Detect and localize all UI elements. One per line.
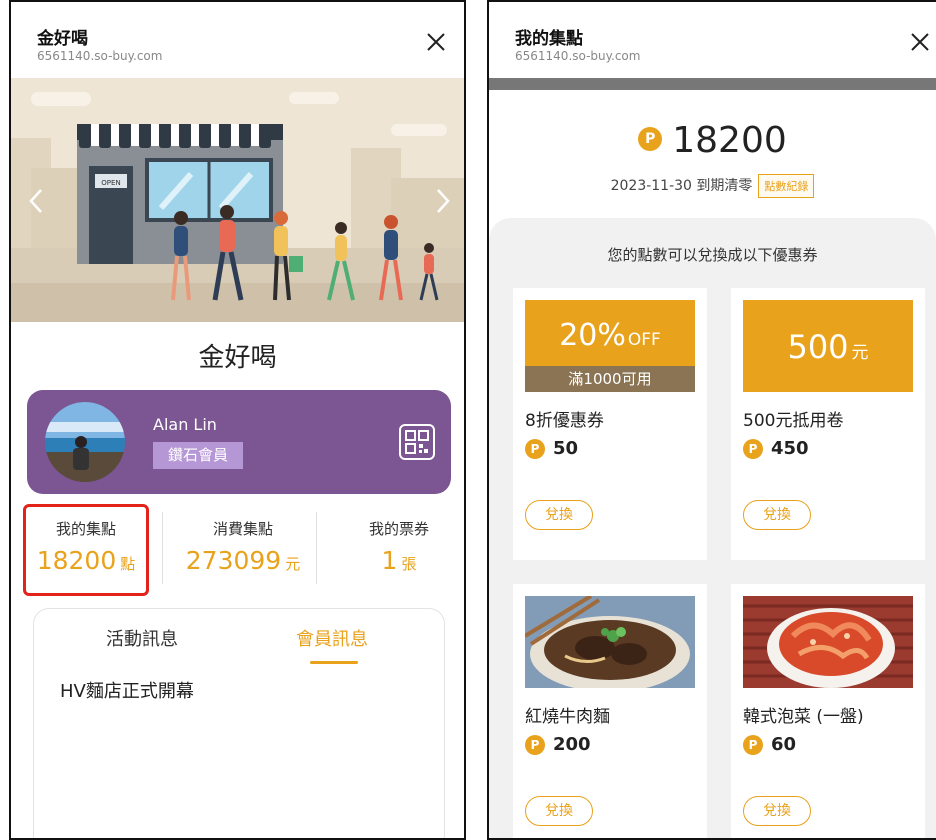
- point-coin-icon: P: [525, 735, 545, 755]
- coupon-discount-panel: 20% OFF 滿1000可用: [525, 300, 695, 392]
- coupon-cost-value: 60: [771, 734, 797, 755]
- discount-suffix: OFF: [627, 330, 661, 350]
- member-level-badge: 鑽石會員: [153, 442, 243, 469]
- loading-bar: [489, 78, 936, 90]
- close-icon[interactable]: [908, 30, 932, 54]
- stat-unit: 元: [285, 555, 301, 573]
- discount-label: 20% OFF: [525, 318, 695, 353]
- stat-value: 273099 元: [169, 546, 317, 575]
- points-balance: P 18200: [489, 120, 936, 161]
- redeem-button[interactable]: 兌換: [743, 796, 811, 826]
- coupon-title: 8折優惠券: [525, 411, 604, 431]
- active-tab-indicator: [310, 661, 358, 664]
- coupon-cost: P 200: [525, 734, 591, 755]
- expire-row: 2023-11-30 到期清零 點數紀錄: [489, 174, 936, 198]
- member-card: Alan Lin 鑽石會員: [27, 390, 451, 494]
- beef-noodle-image: [525, 596, 695, 688]
- coupon-cost-value: 200: [553, 734, 591, 755]
- discount-condition: 滿1000可用: [525, 366, 695, 392]
- news-panel: 活動訊息 會員訊息 HV麵店正式開幕: [33, 608, 445, 838]
- tab-activity-news[interactable]: 活動訊息: [106, 625, 178, 651]
- expire-text: 2023-11-30 到期清零: [610, 178, 753, 194]
- coupon-card[interactable]: 20% OFF 滿1000可用 8折優惠券 P 50 兌換: [513, 288, 707, 560]
- cash-label: 500 元: [743, 328, 913, 366]
- news-item[interactable]: HV麵店正式開幕: [60, 677, 194, 703]
- carousel-next-icon[interactable]: [430, 186, 454, 216]
- point-coin-icon: P: [638, 127, 663, 151]
- points-value: 18200: [672, 120, 787, 161]
- my-points-screen: 我的集點 6561140.so-buy.com P 18200 2023-11-3…: [487, 0, 936, 840]
- coupon-cost-value: 50: [553, 438, 579, 459]
- stat-spending-points[interactable]: 消費集點 273099 元: [169, 506, 317, 594]
- browser-header: 我的集點 6561140.so-buy.com: [489, 2, 936, 79]
- header-url: 6561140.so-buy.com: [37, 49, 163, 63]
- header-url: 6561140.so-buy.com: [515, 49, 641, 63]
- coupon-title: 韓式泡菜 (一盤): [743, 707, 864, 727]
- stat-number: 1: [381, 546, 398, 575]
- coupon-card[interactable]: 紅燒牛肉麵 P 200 兌換: [513, 584, 707, 838]
- header-title: 金好喝: [37, 29, 88, 49]
- carousel-prev-icon[interactable]: [25, 186, 49, 216]
- divider: [316, 512, 317, 584]
- stat-label: 我的票券: [368, 520, 429, 538]
- coupon-card[interactable]: 500 元 500元抵用卷 P 450 兌換: [731, 288, 925, 560]
- coupon-cost: P 450: [743, 438, 809, 459]
- store-name: 金好喝: [198, 343, 277, 373]
- coupon-title: 500元抵用卷: [743, 411, 844, 431]
- coupon-cost-value: 450: [771, 438, 809, 459]
- stat-my-tickets[interactable]: 我的票券 1張: [331, 506, 464, 594]
- avatar: [45, 402, 125, 482]
- discount-value: 20%: [559, 318, 626, 353]
- close-icon[interactable]: [424, 30, 448, 54]
- coupon-list: 您的點數可以兌換成以下優惠券 20% OFF 滿1000可用 8折優惠券 P 50 …: [489, 218, 936, 838]
- redeem-button[interactable]: 兌換: [525, 796, 593, 826]
- point-coin-icon: P: [743, 439, 763, 459]
- header-title: 我的集點: [515, 29, 583, 49]
- points-record-button[interactable]: 點數紀錄: [758, 174, 815, 198]
- coupon-cost: P 60: [743, 734, 796, 755]
- coupon-cost: P 50: [525, 438, 578, 459]
- redeem-caption: 您的點數可以兌換成以下優惠券: [607, 246, 818, 264]
- tab-member-news[interactable]: 會員訊息: [296, 625, 368, 651]
- qr-code-icon[interactable]: [399, 424, 435, 460]
- coupon-cash-panel: 500 元: [743, 300, 913, 392]
- door-sign-text: OPEN: [101, 179, 120, 187]
- point-coin-icon: P: [743, 735, 763, 755]
- cash-unit: 元: [851, 343, 869, 363]
- divider: [162, 512, 163, 584]
- coupon-card[interactable]: 韓式泡菜 (一盤) P 60 兌換: [731, 584, 925, 838]
- redeem-button[interactable]: 兌換: [525, 500, 593, 530]
- member-name: Alan Lin: [153, 415, 217, 434]
- redeem-button[interactable]: 兌換: [743, 500, 811, 530]
- stat-value: 1張: [331, 546, 464, 575]
- cash-value: 500: [787, 328, 849, 366]
- stat-label: 消費集點: [212, 520, 273, 538]
- store-home-screen: 金好喝 6561140.so-buy.com OPEN 金好喝 Alan Lin…: [9, 0, 466, 840]
- browser-header: 金好喝 6561140.so-buy.com: [11, 2, 464, 79]
- stat-number: 273099: [185, 546, 282, 575]
- highlight-annotation-box: [23, 504, 149, 596]
- coupon-title: 紅燒牛肉麵: [525, 707, 610, 727]
- store-banner-image: OPEN: [11, 78, 464, 322]
- stat-unit: 張: [401, 555, 417, 573]
- point-coin-icon: P: [525, 439, 545, 459]
- kimchi-image: [743, 596, 913, 688]
